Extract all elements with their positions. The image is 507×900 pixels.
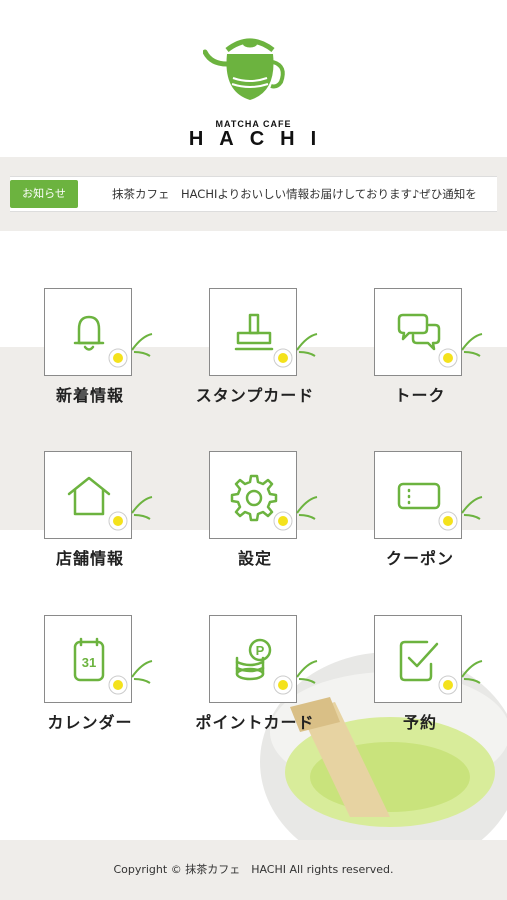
- brand-title: HACHI: [188, 128, 333, 150]
- menu-label-stamp-card: スタンプカード: [195, 386, 315, 405]
- footer-copyright: Copyright © 抹茶カフェ HACHI All rights reser…: [0, 840, 507, 900]
- flower-icon: [273, 660, 318, 695]
- menu-label-calendar: カレンダー: [47, 713, 133, 732]
- coin-letter-text: P: [256, 643, 265, 658]
- flower-icon: [438, 333, 483, 368]
- menu-label-coupon: クーポン: [385, 549, 454, 568]
- app-header: MATCHA CAFE HACHI: [0, 0, 507, 157]
- menu-label-news: 新着情報: [55, 386, 124, 405]
- flower-icon: [438, 496, 483, 531]
- menu-label-reservation: 予約: [402, 713, 437, 732]
- flower-icon: [438, 660, 483, 695]
- flower-icon: [273, 496, 318, 531]
- flower-icon: [273, 333, 318, 368]
- news-badge: お知らせ: [10, 180, 78, 208]
- flower-icon: [108, 496, 153, 531]
- menu-label-point-card: ポイントカード: [195, 713, 315, 732]
- flower-icon: [108, 333, 153, 368]
- menu-label-settings: 設定: [237, 549, 272, 568]
- news-ticker-text[interactable]: 抹茶カフェ HACHIよりおいしい情報お届けしております♪ぜひ通知を: [112, 186, 497, 206]
- flower-icon: [108, 660, 153, 695]
- menu-label-shop-info: 店舗情報: [55, 549, 124, 568]
- calendar-day-text: 31: [82, 655, 96, 670]
- teapot-icon: [203, 38, 285, 100]
- menu-label-talk: トーク: [394, 386, 446, 405]
